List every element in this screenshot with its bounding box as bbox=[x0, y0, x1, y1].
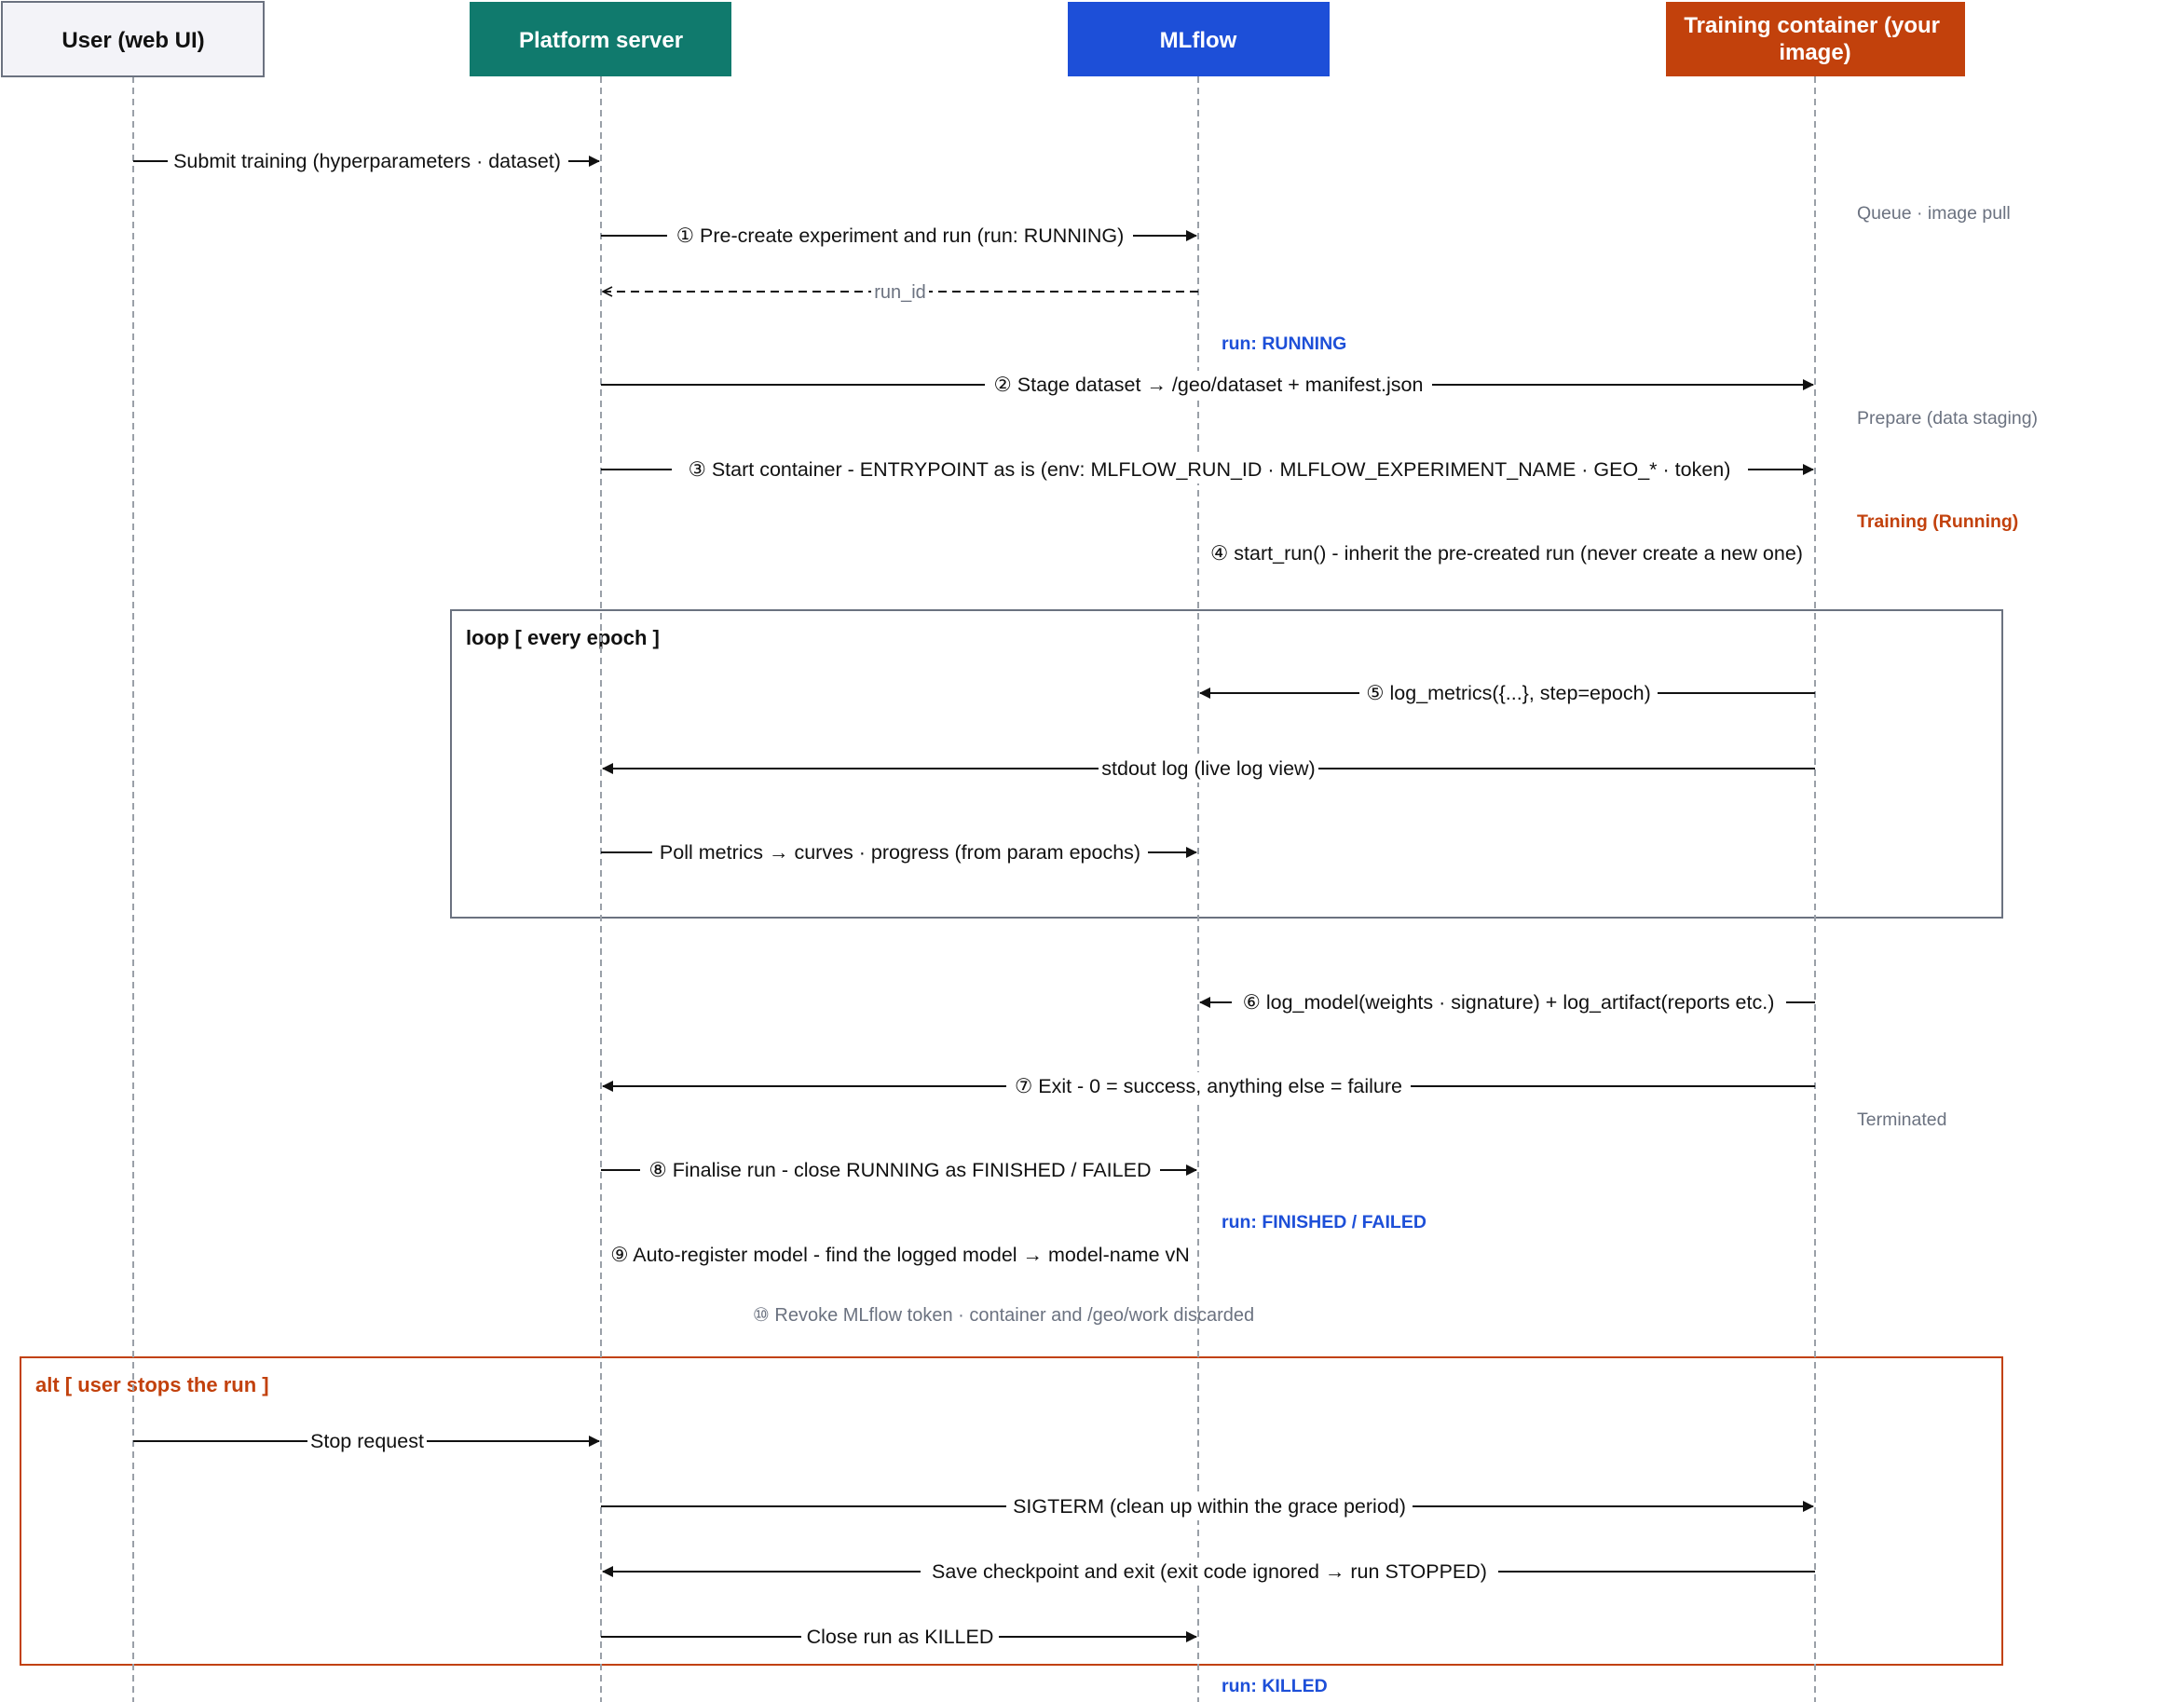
participant-container-label-line2: image) bbox=[1779, 40, 1850, 65]
message-stdout-log-label: stdout log (live log view) bbox=[1101, 757, 1315, 780]
message-close-killed: Close run as KILLED bbox=[601, 1623, 1197, 1651]
participant-user-label: User (web UI) bbox=[61, 28, 204, 53]
message-close-killed-label: Close run as KILLED bbox=[807, 1626, 994, 1648]
message-submit-training: Submit training (hyperparameters · datas… bbox=[133, 147, 600, 175]
message-exit-code: ⑦ Exit - 0 = success, anything else = fa… bbox=[602, 1072, 1815, 1100]
message-stop-request: Stop request bbox=[133, 1427, 600, 1455]
message-stop-request-label: Stop request bbox=[310, 1430, 424, 1452]
message-exit-code-label: ⑦ Exit - 0 = success, anything else = fa… bbox=[1015, 1075, 1402, 1097]
participant-mlflow: MLflow bbox=[1068, 2, 1330, 76]
message-finalise-run-label: ⑧ Finalise run - close RUNNING as FINISH… bbox=[649, 1159, 1152, 1181]
message-sigterm: SIGTERM (clean up within the grace perio… bbox=[601, 1492, 1814, 1520]
message-run-id-reply-label: run_id bbox=[874, 282, 926, 303]
message-submit-training-label: Submit training (hyperparameters · datas… bbox=[173, 150, 561, 172]
participant-platform: Platform server bbox=[470, 2, 731, 76]
message-save-checkpoint-label: Save checkpoint and exit (exit code igno… bbox=[932, 1560, 1487, 1583]
message-poll-metrics: Poll metrics → curves · progress (from p… bbox=[601, 838, 1197, 866]
participant-user: User (web UI) bbox=[1, 1, 265, 77]
participant-platform-label: Platform server bbox=[519, 28, 683, 53]
participant-container-label-line1: Training container (your bbox=[1684, 13, 1940, 38]
container-note-queue: Queue · image pull bbox=[1857, 203, 2011, 224]
container-note-training: Training (Running) bbox=[1857, 511, 2018, 532]
message-finalise-run: ⑧ Finalise run - close RUNNING as FINISH… bbox=[601, 1156, 1197, 1184]
message-start-run-label: ④ start_run() - inherit the pre-created … bbox=[1210, 542, 1803, 565]
loop-frame-label: loop [ every epoch ] bbox=[466, 626, 660, 649]
message-revoke-token-label: ⑩ Revoke MLflow token · container and /g… bbox=[753, 1305, 1254, 1326]
message-poll-metrics-label: Poll metrics → curves · progress (from p… bbox=[660, 841, 1140, 864]
sequence-diagram: loop [ every epoch ] alt [ user stops th… bbox=[1, 1, 2038, 1702]
participant-container: Training container (your image) bbox=[1666, 2, 1965, 76]
message-auto-register: ⑨ Auto-register model - find the logged … bbox=[610, 1244, 1190, 1266]
alt-frame-label: alt [ user stops the run ] bbox=[35, 1373, 269, 1396]
message-log-metrics-label: ⑤ log_metrics({...}, step=epoch) bbox=[1366, 682, 1651, 704]
message-precreate-run-label: ① Pre-create experiment and run (run: RU… bbox=[676, 225, 1125, 247]
message-stdout-log: stdout log (live log view) bbox=[602, 755, 1815, 783]
message-save-checkpoint: Save checkpoint and exit (exit code igno… bbox=[602, 1558, 1815, 1586]
run-state-killed: run: KILLED bbox=[1222, 1676, 1328, 1696]
message-start-container-label: ③ Start container - ENTRYPOINT as is (en… bbox=[689, 458, 1731, 481]
message-log-metrics: ⑤ log_metrics({...}, step=epoch) bbox=[1199, 679, 1815, 707]
message-log-model: ⑥ log_model(weights · signature) + log_a… bbox=[1199, 988, 1815, 1016]
container-note-terminated: Terminated bbox=[1857, 1110, 1946, 1130]
message-revoke-token: ⑩ Revoke MLflow token · container and /g… bbox=[753, 1305, 1254, 1326]
message-precreate-run: ① Pre-create experiment and run (run: RU… bbox=[601, 222, 1197, 250]
message-stage-dataset: ② Stage dataset → /geo/dataset + manifes… bbox=[601, 371, 1814, 399]
participant-mlflow-label: MLflow bbox=[1160, 28, 1237, 53]
message-start-run: ④ start_run() - inherit the pre-created … bbox=[1210, 542, 1803, 565]
message-run-id-reply: run_id bbox=[603, 279, 1198, 304]
message-stage-dataset-label: ② Stage dataset → /geo/dataset + manifes… bbox=[994, 374, 1424, 396]
message-sigterm-label: SIGTERM (clean up within the grace perio… bbox=[1013, 1495, 1406, 1518]
message-auto-register-label: ⑨ Auto-register model - find the logged … bbox=[610, 1244, 1190, 1266]
run-state-finished-failed: run: FINISHED / FAILED bbox=[1222, 1212, 1426, 1232]
run-state-running: run: RUNNING bbox=[1222, 334, 1346, 354]
container-note-prepare: Prepare (data staging) bbox=[1857, 408, 2038, 429]
message-start-container: ③ Start container - ENTRYPOINT as is (en… bbox=[601, 456, 1814, 483]
message-log-model-label: ⑥ log_model(weights · signature) + log_a… bbox=[1243, 991, 1775, 1014]
